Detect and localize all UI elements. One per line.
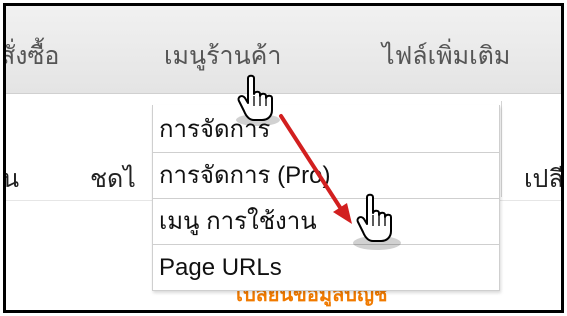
dropdown-item-page-urls[interactable]: Page URLs [153,245,499,291]
menu-item-order[interactable]: สั่งซื้อ [6,36,59,76]
submenu-item-partial-left[interactable]: น [6,159,19,199]
dropdown-item-usage-menu[interactable]: เมนู การใช้งาน [153,199,499,245]
menu-divider [501,101,502,197]
menu-item-extra-files[interactable]: ไฟล์เพิ่มเติม [382,36,510,76]
menu-item-shop-menu[interactable]: เมนูร้านค้า [164,36,281,76]
submenu-item-partial-right[interactable]: เปลี [524,159,561,199]
top-menu-bar: สั่งซื้อ เมนูร้านค้า ไฟล์เพิ่มเติม [6,6,561,94]
dropdown-item-manage[interactable]: การจัดการ [153,107,499,153]
submenu-item-partial-middle[interactable]: ชดไ [90,159,136,199]
shop-menu-dropdown: การจัดการ การจัดการ (Pro) เมนู การใช้งาน… [152,105,500,291]
dropdown-item-manage-pro[interactable]: การจัดการ (Pro) [153,153,499,199]
